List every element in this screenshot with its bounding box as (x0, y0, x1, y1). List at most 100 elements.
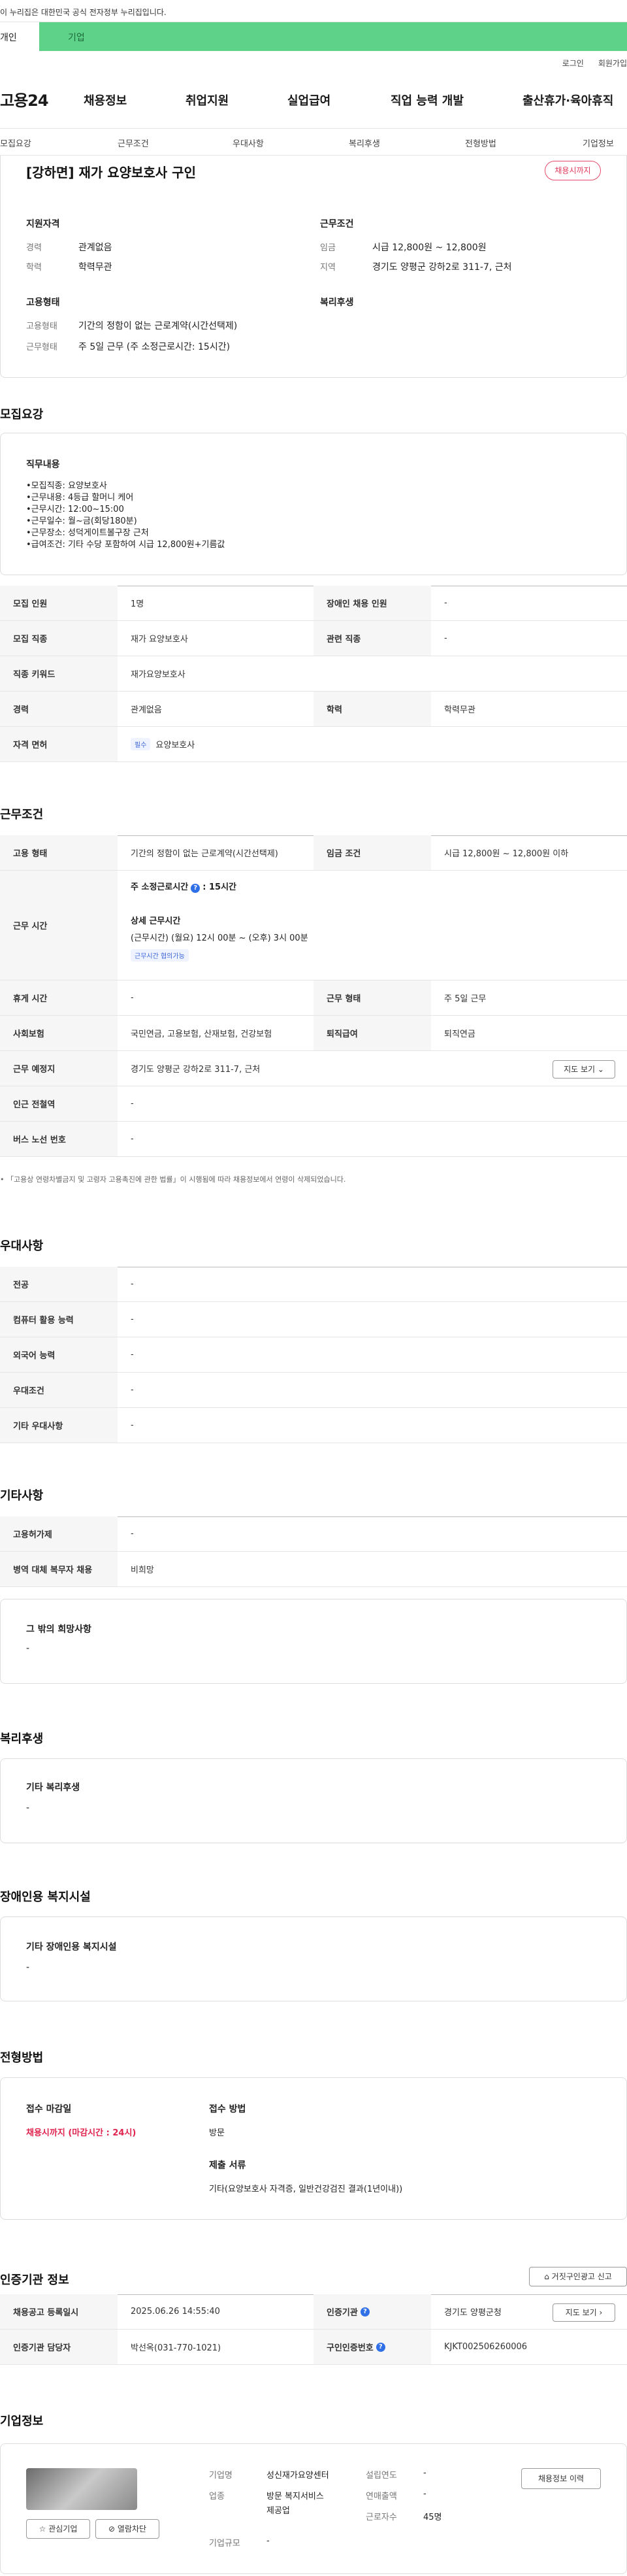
map-view-button[interactable]: 지도 보기 ⌄ (553, 1060, 615, 1079)
login-link[interactable]: 로그인 (562, 59, 584, 68)
disabled-section-title: 장애인용 복지시설 (0, 1890, 91, 1904)
interest-company-label: 관심기업 (48, 2524, 78, 2534)
welfare-card-value: - (26, 1803, 30, 1813)
row-label: 휴게 시간 (0, 980, 118, 1015)
row-value: 퇴직연금 (444, 1029, 475, 1039)
table-row: 고용 형태 기간의 정함이 없는 근로계약(시간선택제) 임금 조건 시급 12… (0, 835, 627, 871)
disabled-card (0, 1916, 627, 2001)
row-value: 경기도 양평군 강하2로 311-7, 근처 (131, 1065, 261, 1075)
gnb-job-info[interactable]: 채용정보 (84, 92, 127, 109)
tab-individual[interactable]: 개인 (0, 22, 39, 51)
company-name-value: 성신재가요양센터 (266, 2471, 329, 2481)
tab-recruit[interactable]: 모집요강 (0, 137, 31, 149)
info-icon[interactable]: ? (360, 2307, 370, 2317)
employment-heading: 고용형태 (26, 297, 60, 308)
row-label: 우대조건 (0, 1373, 118, 1407)
row-value: 재가요양보호사 (131, 670, 185, 680)
gnb-employment-support[interactable]: 취업지원 (185, 92, 229, 109)
docs-value: 기타(요양보호사 자격증, 일반건강검진 결과(1년이내)) (209, 2184, 403, 2194)
edu-value: 학력무관 (78, 262, 112, 273)
employees-label: 근로자수 (366, 2513, 397, 2522)
report-fake-ad-button[interactable]: ⌂ 거짓구인광고 신고 (529, 2267, 627, 2286)
disabled-card-heading: 기타 장애인용 복지시설 (26, 1942, 117, 1952)
area-label: 지역 (320, 263, 336, 273)
company-size-label: 기업규모 (209, 2539, 240, 2549)
condition-heading: 근무조건 (320, 219, 354, 229)
job-history-button[interactable]: 채용정보 이력 (521, 2468, 601, 2489)
tab-preference[interactable]: 우대사항 (233, 137, 264, 149)
duty-line-5: •근무장소: 성덕게이트볼구장 근처 (26, 528, 149, 538)
founded-label: 설립연도 (366, 2471, 397, 2481)
gov-notice-text: 이 누리집은 대한민국 공식 전자정부 누리집입니다. (0, 8, 167, 17)
welfare-card (0, 1758, 627, 1843)
welfare-section-title: 복리후생 (0, 1732, 44, 1746)
gnb-parental-leave[interactable]: 출산휴가·육아휴직 (522, 92, 613, 109)
edu-label: 학력 (26, 263, 42, 273)
row-label: 고용 형태 (0, 835, 118, 870)
detail-tabs: 모집요강 근무조건 우대사항 복리후생 전형방법 기업정보 (0, 128, 627, 156)
qualification-heading: 지원자격 (26, 219, 60, 229)
table-row: 인증기관 담당자 박선옥(031-770-1021) 구인인증번호? KJKT0… (0, 2330, 627, 2365)
row-value: 관계없음 (131, 705, 162, 715)
row-value: 비희망 (131, 1565, 154, 1575)
table-row: 모집 인원 1명 장애인 채용 인원 - (0, 586, 627, 621)
gov-notice-bar: 이 누리집은 대한민국 공식 전자정부 누리집입니다. (0, 0, 627, 22)
other-wish-heading: 그 밖의 희망사항 (26, 1624, 91, 1635)
sales-value: - (423, 2489, 426, 2499)
founded-value: - (423, 2468, 426, 2478)
company-name-label: 기업명 (209, 2471, 233, 2481)
age-notice-text: 「고용상 연령차별금지 및 고령자 고용촉진에 관한 법률」이 시행됨에 따라 … (7, 1175, 346, 1184)
map-view-label: 지도 보기 (564, 1065, 596, 1074)
tab-company[interactable]: 기업정보 (583, 137, 614, 149)
interest-company-button[interactable]: ☆ 관심기업 (26, 2519, 90, 2539)
row-value: 박선옥(031-770-1021) (131, 2343, 221, 2353)
table-row: 우대조건 - (0, 1373, 627, 1408)
gnb-job-skills[interactable]: 직업 능력 개발 (391, 92, 464, 109)
disabled-card-value: - (26, 1962, 30, 1973)
table-row: 근무 예정지 경기도 양평군 강하2로 311-7, 근처 (0, 1051, 627, 1086)
row-value: - (131, 1314, 134, 1324)
row-value: - (444, 633, 447, 643)
join-link[interactable]: 회원가입 (598, 59, 627, 68)
row-value: - (131, 993, 134, 1003)
work-type-label: 근무형태 (26, 343, 57, 352)
employees-value: 45명 (423, 2513, 442, 2522)
agency-map-label: 지도 보기 (565, 2308, 597, 2317)
sales-label: 연매출액 (366, 2492, 397, 2501)
row-label: 고용허가제 (0, 1516, 118, 1551)
row-label: 외국어 능력 (0, 1337, 118, 1372)
row-label: 전공 (0, 1267, 118, 1301)
tab-welfare[interactable]: 복리후생 (349, 137, 380, 149)
agency-map-button[interactable]: 지도 보기 › (553, 2303, 615, 2322)
tab-selection[interactable]: 전형방법 (465, 137, 496, 149)
chevron-right-icon: › (599, 2308, 603, 2317)
info-icon[interactable]: ? (191, 884, 201, 893)
deadline-heading: 접수 마감일 (26, 2104, 72, 2115)
welfare-card-heading: 기타 복리후생 (26, 1782, 80, 1793)
table-row: 전공 - (0, 1267, 627, 1302)
row-label: 구인인증번호? (314, 2330, 431, 2364)
recruit-section-title: 모집요강 (0, 408, 44, 422)
row-value: KJKT002506260006 (444, 2342, 528, 2352)
table-row: 고용허가제 - (0, 1516, 627, 1552)
table-row: 버스 노선 번호 - (0, 1122, 627, 1157)
method-heading: 접수 방법 (209, 2104, 246, 2115)
utility-links: 로그인 회원가입 (548, 58, 627, 69)
block-view-button[interactable]: ⊘ 열람차단 (95, 2519, 159, 2539)
info-icon[interactable]: ? (376, 2342, 385, 2352)
tab-company[interactable]: 기업 (68, 31, 85, 44)
row-label: 근무 형태 (314, 980, 431, 1015)
row-label: 퇴직급여 (314, 1016, 431, 1050)
industry-value-1: 방문 복지서비스 (266, 2492, 324, 2501)
site-logo[interactable]: 고용24 (0, 88, 49, 110)
row-label: 임금 조건 (314, 835, 431, 870)
company-thumbnail (26, 2468, 137, 2510)
row-value: - (131, 1529, 134, 1539)
tab-condition[interactable]: 근무조건 (118, 137, 149, 149)
chevron-down-icon: ⌄ (597, 1065, 604, 1074)
career-label: 경력 (26, 243, 42, 253)
gnb-unemployment-benefit[interactable]: 실업급여 (287, 92, 330, 109)
org-label-text: 인증기관 (327, 2308, 358, 2318)
detail-hours-value: (근무시간) (월요) 12시 00분 ~ (오후) 3시 00분 (131, 933, 308, 943)
duty-line-6: •급여조건: 기타 수당 포함하여 시급 12,800원+기름값 (26, 540, 225, 550)
